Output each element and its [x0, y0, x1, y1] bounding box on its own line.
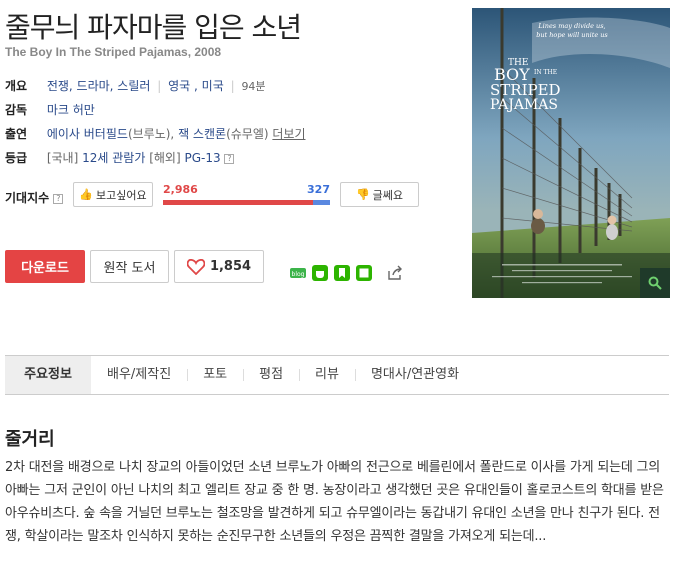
expectation-bar-fill	[163, 200, 314, 205]
cast-row: 출연 에이사 버터필드(브루노), 잭 스캔론(슈무엘) 더보기	[5, 126, 306, 142]
director-label: 감독	[5, 103, 28, 117]
not-sure-button[interactable]: 👎 글쎄요	[340, 182, 419, 207]
movie-poster[interactable]: Lines may divide us, but hope will unite…	[472, 8, 670, 298]
overview-label: 개요	[5, 79, 28, 93]
director-link[interactable]: 마크 허만	[47, 103, 95, 117]
runtime: 94분	[241, 80, 266, 93]
share-icon[interactable]	[387, 265, 403, 281]
overview-row: 개요 전쟁, 드라마, 스릴러 | 영국 , 미국 | 94분	[5, 78, 266, 94]
zoom-button[interactable]	[640, 268, 670, 298]
not-sure-label: 글쎄요	[372, 188, 404, 202]
genres-link[interactable]: 전쟁, 드라마, 스릴러	[47, 79, 151, 93]
svg-text:Lines may divide us,: Lines may divide us,	[537, 22, 605, 30]
search-icon	[648, 276, 662, 290]
cast-link-1[interactable]: 에이사 버터필드	[47, 127, 128, 141]
original-book-button[interactable]: 원작 도서	[90, 250, 169, 283]
heart-icon	[186, 258, 205, 275]
cast-link-2[interactable]: 잭 스캔론	[178, 127, 226, 141]
want-count: 2,986	[163, 183, 198, 196]
expectation-bar-track	[163, 200, 330, 205]
director-row: 감독 마크 허만	[5, 102, 95, 118]
dislike-count: 327	[307, 183, 330, 196]
cafe-share-icon[interactable]	[312, 265, 328, 281]
tab-photo[interactable]: 포토	[187, 356, 243, 394]
svg-text:IN THE: IN THE	[534, 69, 557, 76]
divider: |	[230, 79, 235, 93]
blog-share-icon[interactable]: blog	[290, 265, 306, 281]
thumbs-up-icon: 👍	[79, 188, 94, 201]
help-icon[interactable]: ?	[53, 193, 64, 204]
countries-link[interactable]: 영국 , 미국	[168, 79, 224, 93]
svg-text:but hope will unite us: but hope will unite us	[536, 31, 608, 39]
domestic-label: [국내]	[46, 151, 79, 165]
more-cast-link[interactable]: 더보기	[272, 127, 305, 141]
tab-rating[interactable]: 평점	[243, 356, 299, 394]
svg-text:blog: blog	[292, 271, 305, 278]
expectation-label: 기대지수	[5, 191, 50, 205]
rating-label: 등급	[5, 151, 28, 165]
cast-label: 출연	[5, 127, 28, 141]
like-count: 1,854	[209, 259, 252, 274]
bookmark-share-icon[interactable]	[334, 265, 350, 281]
like-button[interactable]: 1,854	[174, 250, 264, 283]
tab-main-info[interactable]: 주요정보	[5, 356, 91, 394]
tab-cast-crew[interactable]: 배우/제작진	[91, 356, 187, 394]
svg-text:PAJAMAS: PAJAMAS	[490, 97, 558, 113]
overseas-label: [해외]	[149, 151, 181, 165]
domestic-rating-link[interactable]: 12세 관람가	[82, 151, 145, 165]
help-icon[interactable]: ?	[224, 153, 235, 164]
expectation-bar: 2,986 327	[163, 183, 330, 207]
cast-role-1: (브루노),	[127, 127, 175, 141]
want-to-see-button[interactable]: 👍 보고싶어요	[73, 182, 153, 207]
movie-title: 줄무늬 파자마를 입은 소년	[5, 11, 302, 44]
tab-quotes-related[interactable]: 명대사/연관영화	[354, 356, 475, 394]
divider: |	[157, 79, 162, 93]
tab-bar: 주요정보 배우/제작진 포토 평점 리뷰 명대사/연관영화	[5, 355, 669, 395]
want-to-see-label: 보고싶어요	[96, 188, 147, 202]
cast-role-2: (슈무엘)	[226, 127, 269, 141]
thumbs-down-icon: 👎	[355, 188, 370, 201]
expectation-label-row: 기대지수 ?	[5, 189, 64, 206]
memo-share-icon[interactable]	[356, 265, 372, 281]
tab-review[interactable]: 리뷰	[299, 356, 355, 394]
synopsis-text: 2차 대전을 배경으로 나치 장교의 아들이었던 소년 브루노가 아빠의 전근으…	[5, 460, 664, 544]
poster-image: Lines may divide us, but hope will unite…	[472, 8, 670, 298]
overseas-rating-link[interactable]: PG-13	[184, 151, 220, 165]
movie-subtitle: The Boy In The Striped Pajamas, 2008	[5, 45, 222, 59]
download-button[interactable]: 다운로드	[5, 250, 85, 283]
synopsis-title: 줄거리	[5, 429, 55, 450]
rating-row: 등급 [국내] 12세 관람가 [해외] PG-13 ?	[5, 150, 235, 166]
